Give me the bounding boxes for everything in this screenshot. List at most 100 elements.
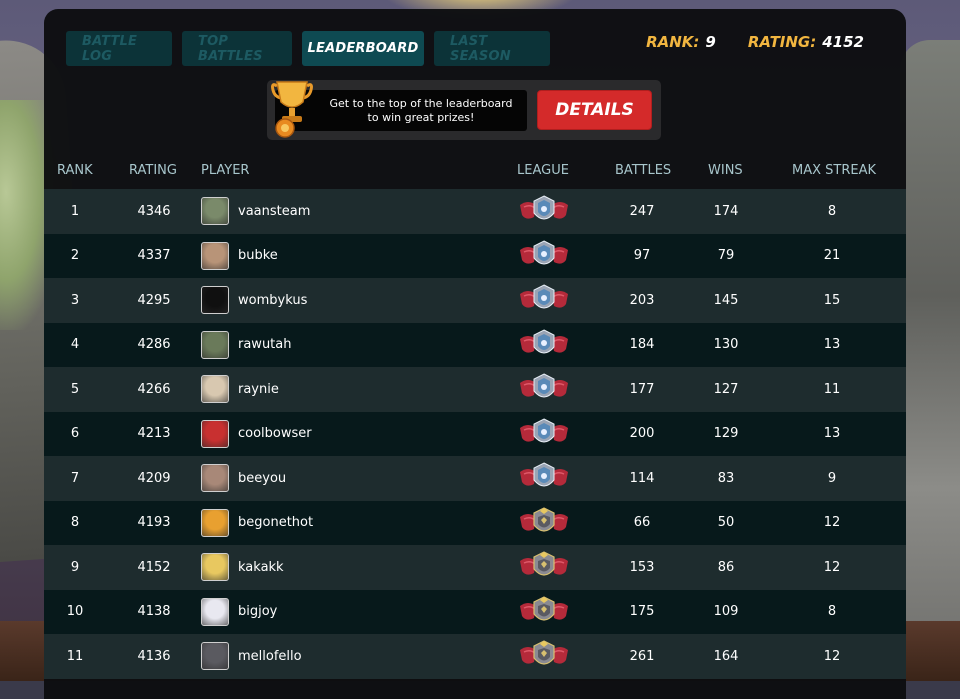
cell-wins: 86: [717, 559, 735, 575]
player-name[interactable]: raynie: [238, 382, 279, 397]
table-row[interactable]: 5 4266 raynie 177 127 11: [44, 367, 906, 412]
avatar[interactable]: [201, 464, 229, 493]
cell-rank: 7: [70, 470, 80, 486]
player-name[interactable]: rawutah: [238, 337, 292, 352]
avatar[interactable]: [201, 508, 229, 537]
cell-league: [514, 456, 574, 501]
cell-player: rawutah: [201, 323, 501, 368]
header-max-streak: MAX STREAK: [792, 163, 877, 178]
cell-league: [514, 545, 574, 590]
cell-battles: 66: [633, 515, 651, 531]
cell-rank: 4: [70, 337, 80, 353]
header-battles: BATTLES: [615, 163, 672, 178]
table-row[interactable]: 4 4286 rawutah 184 130 13: [44, 322, 906, 368]
header-wins: WINS: [708, 163, 743, 178]
player-name[interactable]: bigjoy: [238, 604, 277, 619]
cell-league: [514, 634, 574, 679]
cell-player: begonethot: [201, 501, 501, 546]
cell-league: [514, 323, 574, 368]
cell-player: beeyou: [201, 456, 501, 501]
player-name[interactable]: bubke: [238, 248, 278, 263]
tab-leaderboard[interactable]: LEADERBOARD: [302, 31, 424, 66]
cell-player: bubke: [201, 234, 501, 279]
avatar[interactable]: [201, 597, 229, 626]
champion-badge-icon: [518, 195, 570, 227]
cell-wins: 145: [713, 292, 739, 308]
cell-rank: 9: [70, 559, 80, 575]
avatar[interactable]: [201, 197, 229, 226]
cell-max-streak: 11: [823, 381, 841, 397]
cell-battles: 261: [629, 648, 655, 664]
player-name[interactable]: vaansteam: [238, 204, 310, 219]
cell-max-streak: 8: [827, 604, 837, 620]
cell-battles: 177: [629, 381, 655, 397]
header-rank: RANK: [57, 163, 93, 178]
cell-battles: 175: [629, 604, 655, 620]
promo-line-2: to win great prizes!: [367, 110, 475, 124]
champion-badge-icon: [518, 240, 570, 272]
cell-league: [514, 501, 574, 546]
tab-top-battles[interactable]: TOP BATTLES: [182, 31, 292, 66]
cell-battles: 184: [629, 337, 655, 353]
avatar[interactable]: [201, 375, 229, 404]
player-name[interactable]: begonethot: [238, 515, 313, 530]
player-name[interactable]: mellofello: [238, 649, 302, 664]
cell-rating: 4337: [137, 248, 171, 264]
player-name[interactable]: beeyou: [238, 471, 286, 486]
cell-league: [514, 367, 574, 412]
promo-line-1: Get to the top of the leaderboard: [329, 96, 513, 110]
cell-rating: 4209: [137, 470, 171, 486]
cell-league: [514, 278, 574, 323]
cell-wins: 50: [717, 515, 735, 531]
tab-bar: BATTLE LOG TOP BATTLES LEADERBOARD LAST …: [66, 31, 550, 66]
cell-wins: 79: [717, 248, 735, 264]
champion-badge-icon: [518, 284, 570, 316]
cell-league: [514, 590, 574, 635]
player-name[interactable]: kakakk: [238, 560, 284, 575]
diamond-badge-icon: [518, 596, 570, 628]
cell-rank: 6: [70, 426, 80, 442]
table-header: RANK RATING PLAYER LEAGUE BATTLES WINS M…: [44, 159, 906, 189]
table-row[interactable]: 1 4346 vaansteam 247 174 8: [44, 189, 906, 234]
details-button[interactable]: DETAILS: [537, 90, 652, 130]
avatar[interactable]: [201, 330, 229, 359]
table-row[interactable]: 2 4337 bubke 97 79 21: [44, 233, 906, 279]
cell-wins: 129: [713, 426, 739, 442]
cell-battles: 153: [629, 559, 655, 575]
table-row[interactable]: 7 4209 beeyou 114 83 9: [44, 456, 906, 501]
cell-rating: 4193: [137, 515, 171, 531]
background-rock-right: [900, 40, 960, 680]
header-rating: RATING: [129, 163, 177, 178]
tab-last-season[interactable]: LAST SEASON: [434, 31, 550, 66]
player-name[interactable]: coolbowser: [238, 426, 312, 441]
rank-value: 9: [705, 33, 716, 51]
cell-max-streak: 13: [823, 337, 841, 353]
avatar[interactable]: [201, 419, 229, 448]
header-player: PLAYER: [201, 163, 250, 178]
player-name[interactable]: wombykus: [238, 293, 307, 308]
cell-rank: 3: [70, 292, 80, 308]
table-row[interactable]: 11 4136 mellofello 261 164 12: [44, 634, 906, 679]
cell-player: coolbowser: [201, 412, 501, 457]
player-stats: RANK: 9 RATING: 4152: [646, 33, 864, 51]
cell-rating: 4152: [137, 559, 171, 575]
cell-max-streak: 15: [823, 292, 841, 308]
table-row[interactable]: 8 4193 begonethot 66 50 12: [44, 500, 906, 546]
avatar[interactable]: [201, 286, 229, 315]
table-row[interactable]: 9 4152 kakakk 153 86 12: [44, 545, 906, 590]
avatar[interactable]: [201, 553, 229, 582]
table-row[interactable]: 3 4295 wombykus 203 145 15: [44, 278, 906, 323]
table-row[interactable]: 10 4138 bigjoy 175 109 8: [44, 589, 906, 635]
rating-label: RATING:: [747, 33, 817, 51]
table-row[interactable]: 6 4213 coolbowser 200 129 13: [44, 411, 906, 457]
avatar[interactable]: [201, 241, 229, 270]
cell-rating: 4136: [137, 648, 171, 664]
rank-stat: RANK: 9: [646, 33, 716, 51]
avatar[interactable]: [201, 642, 229, 671]
champion-badge-icon: [518, 418, 570, 450]
cell-rating: 4138: [137, 604, 171, 620]
cell-player: wombykus: [201, 278, 501, 323]
tab-battle-log[interactable]: BATTLE LOG: [66, 31, 172, 66]
diamond-badge-icon: [518, 551, 570, 583]
cell-wins: 130: [713, 337, 739, 353]
